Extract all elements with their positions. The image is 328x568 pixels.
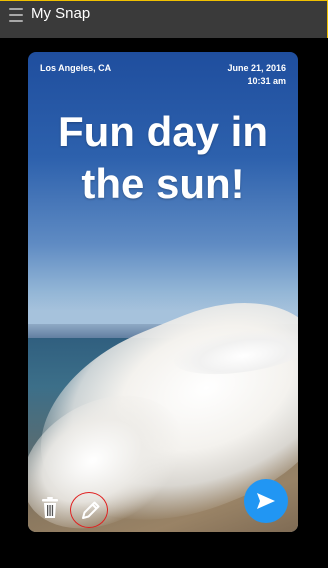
trash-icon <box>42 497 58 518</box>
page-title: My Snap <box>31 5 91 22</box>
caption-line-2: the sun! <box>81 160 245 207</box>
time-label: 10:31 am <box>247 76 286 86</box>
snap-caption[interactable]: Fun day in the sun! <box>28 106 298 210</box>
snap-preview[interactable]: Los Angeles, CA June 21, 2016 10:31 am F… <box>28 52 298 532</box>
hamburger-menu-icon[interactable] <box>9 8 23 22</box>
pencil-icon <box>82 501 100 519</box>
app-header: My Snap <box>0 0 328 38</box>
send-arrow-icon <box>257 493 275 509</box>
location-label: Los Angeles, CA <box>40 63 112 73</box>
date-label: June 21, 2016 <box>227 63 286 73</box>
delete-button[interactable] <box>40 496 60 520</box>
caption-line-1: Fun day in <box>58 108 268 155</box>
send-button[interactable] <box>244 479 288 523</box>
edit-button[interactable] <box>70 492 108 528</box>
